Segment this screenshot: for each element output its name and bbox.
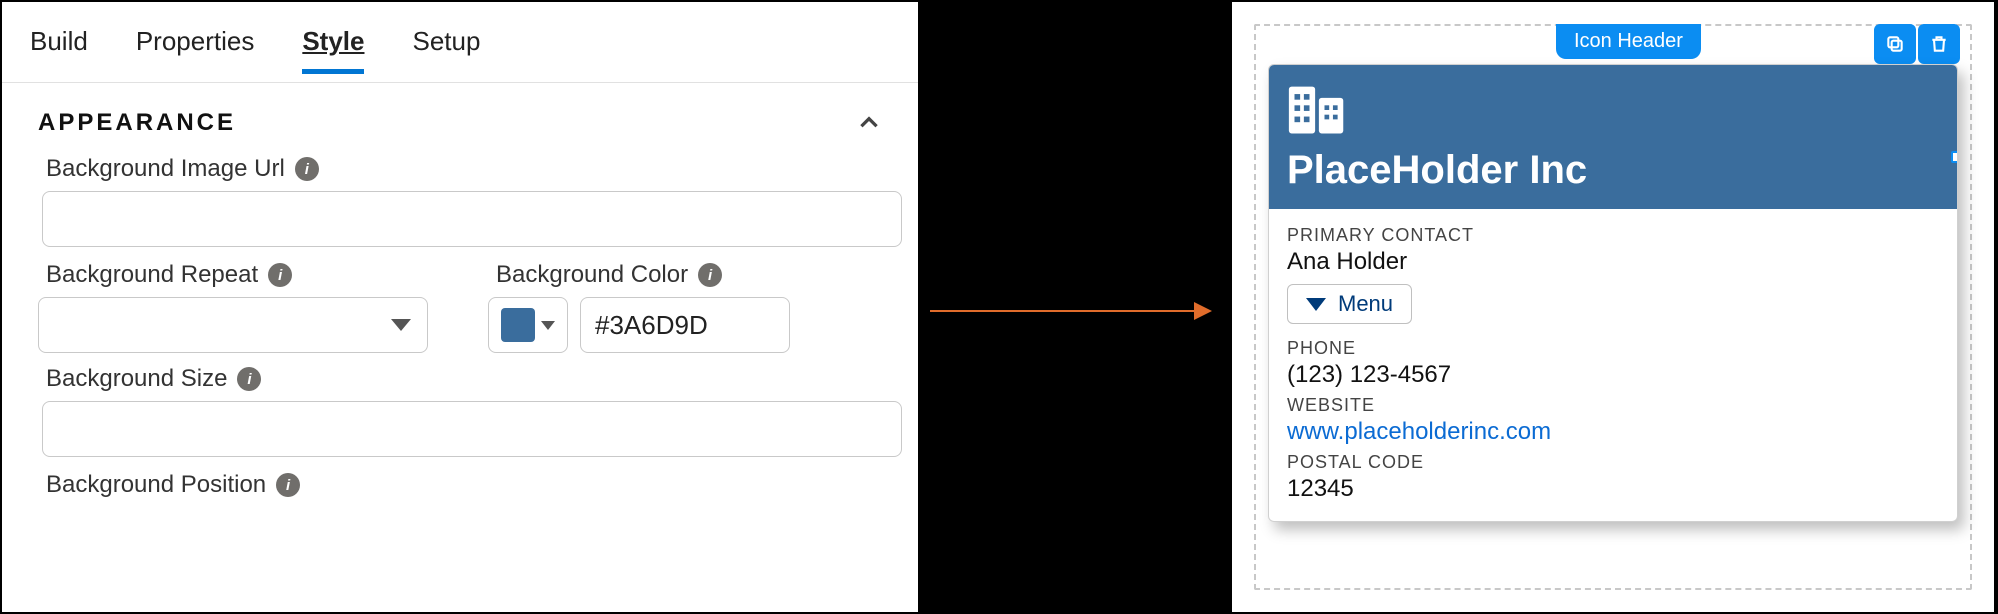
website-link[interactable]: www.placeholderinc.com (1287, 418, 1939, 446)
tab-setup[interactable]: Setup (412, 26, 480, 74)
trash-icon (1929, 34, 1949, 54)
preview-panel: Icon Header PlaceHolder Inc (1230, 0, 1996, 614)
tab-build[interactable]: Build (30, 26, 88, 74)
postal-value: 12345 (1287, 475, 1939, 503)
icon-header-card[interactable]: PlaceHolder Inc PRIMARY CONTACT Ana Hold… (1268, 64, 1958, 522)
copy-component-button[interactable] (1874, 24, 1916, 64)
bg-image-url-input[interactable] (42, 191, 902, 247)
phone-label: PHONE (1287, 338, 1939, 359)
appearance-title: APPEARANCE (38, 109, 236, 137)
info-icon[interactable]: i (276, 473, 300, 497)
primary-contact-value: Ana Holder (1287, 248, 1939, 276)
style-config-panel: Build Properties Style Setup APPEARANCE … (0, 0, 920, 614)
bg-image-url-label: Background Image Url (46, 155, 285, 183)
delete-component-button[interactable] (1918, 24, 1960, 64)
bg-color-swatch-picker[interactable] (488, 297, 568, 353)
appearance-section: APPEARANCE Background Image Url i Backgr… (2, 83, 918, 499)
tab-style[interactable]: Style (302, 26, 364, 74)
arrow-icon (930, 310, 1210, 312)
menu-button[interactable]: Menu (1287, 284, 1412, 324)
tab-bar: Build Properties Style Setup (2, 2, 918, 83)
info-icon[interactable]: i (295, 157, 319, 181)
bg-color-hex-input[interactable] (580, 297, 790, 353)
bg-size-label: Background Size (46, 365, 227, 393)
tab-properties[interactable]: Properties (136, 26, 255, 74)
bg-repeat-select[interactable] (38, 297, 428, 353)
component-label-badge: Icon Header (1556, 24, 1701, 59)
bg-position-label: Background Position (46, 471, 266, 499)
component-drop-zone: Icon Header PlaceHolder Inc (1254, 24, 1972, 590)
copy-icon (1885, 34, 1905, 54)
building-icon (1287, 83, 1347, 137)
chevron-down-icon (391, 319, 411, 331)
resize-handle[interactable] (1951, 151, 1958, 163)
chevron-down-icon (1306, 298, 1326, 311)
card-header: PlaceHolder Inc (1269, 65, 1957, 209)
bg-size-input[interactable] (42, 401, 902, 457)
primary-contact-label: PRIMARY CONTACT (1287, 225, 1939, 246)
info-icon[interactable]: i (237, 367, 261, 391)
bg-color-label: Background Color (496, 261, 688, 289)
menu-button-label: Menu (1338, 291, 1393, 317)
chevron-down-icon (541, 321, 555, 330)
phone-value: (123) 123-4567 (1287, 361, 1939, 389)
card-title: PlaceHolder Inc (1287, 148, 1939, 193)
chevron-up-icon[interactable] (856, 110, 882, 136)
info-icon[interactable]: i (698, 263, 722, 287)
card-body: PRIMARY CONTACT Ana Holder Menu PHONE (1… (1269, 209, 1957, 521)
color-swatch-icon (501, 308, 535, 342)
info-icon[interactable]: i (268, 263, 292, 287)
bg-repeat-label: Background Repeat (46, 261, 258, 289)
postal-label: POSTAL CODE (1287, 452, 1939, 473)
website-label: WEBSITE (1287, 395, 1939, 416)
